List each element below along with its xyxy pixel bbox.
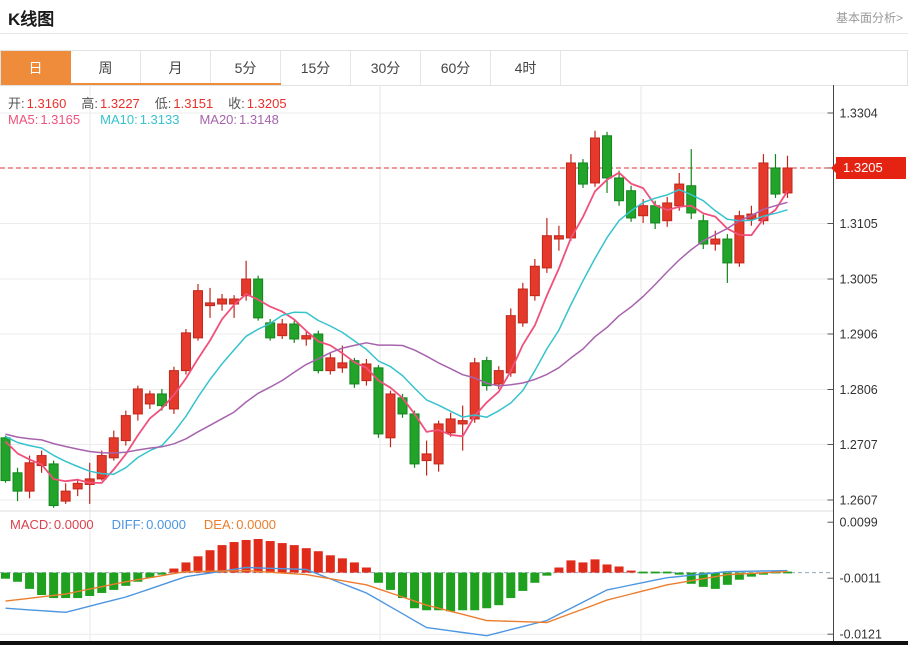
tab-日[interactable]: 日 [1,51,71,85]
high-readout: 高:1.3227 [81,93,139,112]
page-title: K线图 [8,5,54,30]
price-axis-label: 1.3105 [840,217,878,231]
last-price-tag: 1.3205 [836,157,906,179]
macd-axis-label: -0.0121 [840,628,882,642]
macd-readout: MACD:0.0000 DIFF:0.0000 DEA:0.0000 [10,517,276,532]
tab-60分[interactable]: 60分 [421,51,491,85]
macd-axis-label: 0.0099 [840,516,878,530]
ma20-readout: MA20:1.3148 [199,112,278,127]
fundamental-analysis-link[interactable]: 基本面分析> [836,9,903,26]
tab-周[interactable]: 周 [71,51,141,85]
price-axis-label: 1.3005 [840,273,878,287]
main-chart-plot[interactable] [0,85,833,510]
tab-4时[interactable]: 4时 [491,51,561,85]
dea-readout: DEA:0.0000 [204,517,276,532]
macd-readout: MACD:0.0000 [10,517,94,532]
chart-area: 1.3304 1.3105 1.3005 1.2906 1.2806 1.2707 1.26… [0,85,908,646]
tab-15分[interactable]: 15分 [281,51,351,85]
kline-chart-panel: K线图 基本面分析> 日周月5分15分30分60分4时 1.3304 1.3105… [0,0,908,646]
tab-5分[interactable]: 5分 [211,51,281,85]
ohlc-readout: 开:1.3160 高:1.3227 低:1.3151 收:1.3205 [8,93,287,112]
chart-svg: 1.3304 1.3105 1.3005 1.2906 1.2806 1.2707 1.26… [0,85,908,646]
interval-tabs: 日周月5分15分30分60分4时 [0,50,908,86]
price-axis-label: 1.3304 [840,107,878,121]
diff-readout: DIFF:0.0000 [112,517,186,532]
tab-30分[interactable]: 30分 [351,51,421,85]
price-axis-label: 1.2707 [840,438,878,452]
low-readout: 低:1.3151 [155,93,213,112]
price-axis-label: 1.2806 [840,383,878,397]
price-axis-label: 1.2607 [840,494,878,508]
ma5-readout: MA5:1.3165 [8,112,80,127]
ma10-readout: MA10:1.3133 [100,112,179,127]
price-tag-notch [831,163,836,173]
tab-月[interactable]: 月 [141,51,211,85]
price-tag-value: 1.3205 [843,160,883,175]
macd-axis-label: -0.0011 [840,572,882,586]
price-axis-label: 1.2906 [840,327,878,341]
ma-readout: MA5:1.3165 MA10:1.3133 MA20:1.3148 [8,112,279,127]
header-divider [0,33,908,34]
open-readout: 开:1.3160 [8,93,66,112]
close-readout: 收:1.3205 [228,93,286,112]
